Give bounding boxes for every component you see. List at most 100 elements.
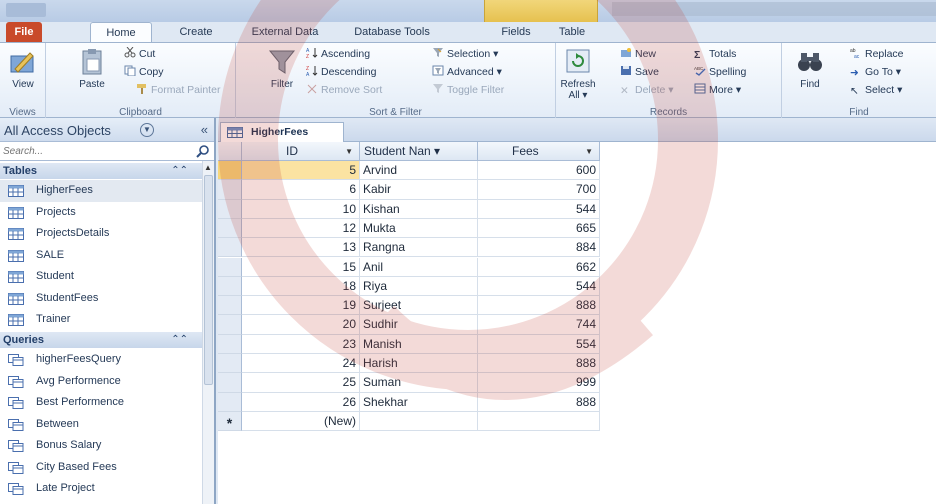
cell-new-name[interactable] <box>360 411 478 432</box>
row-selector[interactable] <box>218 354 242 374</box>
cell-student-name[interactable]: Harish <box>360 354 478 374</box>
scroll-up-arrow-icon[interactable]: ▲ <box>204 163 212 172</box>
cell-id[interactable]: 15 <box>242 257 360 277</box>
save-record-button[interactable]: Save <box>620 65 659 80</box>
cell-id[interactable]: 23 <box>242 334 360 354</box>
row-selector[interactable] <box>218 296 242 316</box>
column-header-student-name[interactable]: Student Nan ▾ <box>360 142 478 161</box>
nav-scroll-thumb[interactable] <box>204 175 213 385</box>
goto-button[interactable]: ➜ Go To ▾ <box>850 65 901 80</box>
advanced-button[interactable]: Advanced ▾ <box>432 65 502 80</box>
find-button[interactable]: Find <box>790 47 830 90</box>
cell-new-fees[interactable] <box>478 411 600 432</box>
cell-new-id[interactable]: (New) <box>242 411 360 432</box>
table-row[interactable]: 13 Rangna 884 <box>218 238 600 258</box>
nav-item-table[interactable]: HigherFees <box>0 180 202 202</box>
toggle-filter-button[interactable]: Toggle Filter <box>432 83 504 98</box>
column-header-id[interactable]: ID ▼ <box>242 142 360 161</box>
table-row[interactable]: 19 Surjeet 888 <box>218 296 600 316</box>
table-row[interactable]: 24 Harish 888 <box>218 354 600 374</box>
row-selector[interactable] <box>218 180 242 200</box>
nav-item-query[interactable]: Late Project <box>0 478 202 500</box>
cell-fees[interactable]: 744 <box>478 315 600 335</box>
row-selector[interactable] <box>218 392 242 412</box>
spelling-button[interactable]: ABC Spelling <box>694 65 746 80</box>
nav-item-table[interactable]: Projects <box>0 202 202 224</box>
format-painter-button[interactable]: Format Painter <box>136 83 220 98</box>
refresh-all-button[interactable]: Refresh All ▾ <box>558 47 598 101</box>
cell-fees[interactable]: 544 <box>478 199 600 219</box>
cell-student-name[interactable]: Arvind <box>360 161 478 181</box>
nav-scrollbar[interactable]: ▲ <box>202 161 214 504</box>
nav-header[interactable]: All Access Objects ▼ « <box>0 118 214 142</box>
cell-student-name[interactable]: Manish <box>360 334 478 354</box>
tab-table[interactable]: Table <box>548 22 596 42</box>
row-selector[interactable] <box>218 218 242 239</box>
delete-record-button[interactable]: ✕ Delete ▾ <box>620 83 674 98</box>
collapse-up-icon[interactable]: ⌃⌃ <box>171 163 188 179</box>
row-selector[interactable] <box>218 315 242 335</box>
cell-fees[interactable]: 665 <box>478 218 600 239</box>
table-row[interactable]: 25 Suman 999 <box>218 373 600 393</box>
select-all-corner[interactable] <box>218 142 242 161</box>
cell-fees[interactable]: 600 <box>478 161 600 181</box>
selection-button[interactable]: Selection ▾ <box>432 47 498 62</box>
cell-student-name[interactable]: Mukta <box>360 218 478 239</box>
collapse-pane-button[interactable]: « <box>201 122 208 137</box>
tab-home[interactable]: Home <box>90 22 152 42</box>
collapse-up-icon[interactable]: ⌃⌃ <box>171 332 188 348</box>
cell-id[interactable]: 10 <box>242 199 360 219</box>
cell-fees[interactable]: 700 <box>478 180 600 200</box>
chevron-down-icon[interactable]: ▼ <box>140 123 154 137</box>
filter-button[interactable]: Filter <box>262 47 302 90</box>
replace-button[interactable]: ab ac Replace <box>850 47 904 62</box>
new-record-button[interactable]: New <box>620 47 656 62</box>
column-header-fees[interactable]: Fees ▼ <box>478 142 600 161</box>
tab-database-tools[interactable]: Database Tools <box>342 22 442 42</box>
table-row[interactable]: 20 Sudhir 744 <box>218 315 600 335</box>
sort-ascending-button[interactable]: A Z Ascending <box>306 47 370 62</box>
cell-id[interactable]: 19 <box>242 296 360 316</box>
nav-item-query[interactable]: Bonus Salary <box>0 435 202 457</box>
table-row[interactable]: 5 Arvind 600 <box>218 161 600 181</box>
cell-student-name[interactable]: Sudhir <box>360 315 478 335</box>
cell-student-name[interactable]: Riya <box>360 276 478 297</box>
tab-create[interactable]: Create <box>168 22 224 42</box>
sort-descending-button[interactable]: Z A Descending <box>306 65 376 80</box>
row-selector[interactable] <box>218 373 242 393</box>
row-selector[interactable] <box>218 238 242 258</box>
row-selector[interactable] <box>218 276 242 297</box>
cell-id[interactable]: 12 <box>242 218 360 239</box>
nav-item-table[interactable]: StudentFees <box>0 288 202 310</box>
nav-item-table[interactable]: SALE <box>0 245 202 267</box>
row-selector[interactable] <box>218 334 242 354</box>
cell-student-name[interactable]: Surjeet <box>360 296 478 316</box>
table-row[interactable]: 15 Anil 662 <box>218 257 600 277</box>
cell-id[interactable]: 6 <box>242 180 360 200</box>
nav-item-query[interactable]: Between <box>0 414 202 436</box>
dropdown-arrow-icon[interactable]: ▼ <box>345 142 353 161</box>
view-button[interactable]: View <box>3 47 43 90</box>
more-button[interactable]: More ▾ <box>694 83 741 98</box>
cell-id[interactable]: 25 <box>242 373 360 393</box>
totals-button[interactable]: Σ Totals <box>694 47 736 62</box>
cut-button[interactable]: Cut <box>124 47 155 62</box>
nav-item-query[interactable]: City Based Fees <box>0 457 202 479</box>
cell-student-name[interactable]: Kishan <box>360 199 478 219</box>
nav-item-query[interactable]: Best Performence <box>0 392 202 414</box>
dropdown-arrow-icon[interactable]: ▼ <box>585 142 593 161</box>
row-selector[interactable] <box>218 199 242 219</box>
search-icon[interactable] <box>196 144 210 158</box>
cell-fees[interactable]: 554 <box>478 334 600 354</box>
paste-button[interactable]: Paste <box>72 47 112 90</box>
table-row[interactable]: 18 Riya 544 <box>218 276 600 297</box>
queries-section-header[interactable]: Queries ⌃⌃ <box>0 332 202 348</box>
cell-id[interactable]: 5 <box>242 161 360 181</box>
nav-item-query[interactable]: Avg Performence <box>0 371 202 393</box>
cell-fees[interactable]: 662 <box>478 257 600 277</box>
table-row[interactable]: 10 Kishan 544 <box>218 199 600 219</box>
cell-fees[interactable]: 884 <box>478 238 600 258</box>
cell-fees[interactable]: 888 <box>478 392 600 412</box>
tab-higherfees[interactable]: HigherFees <box>220 122 344 142</box>
cell-id[interactable]: 26 <box>242 392 360 412</box>
